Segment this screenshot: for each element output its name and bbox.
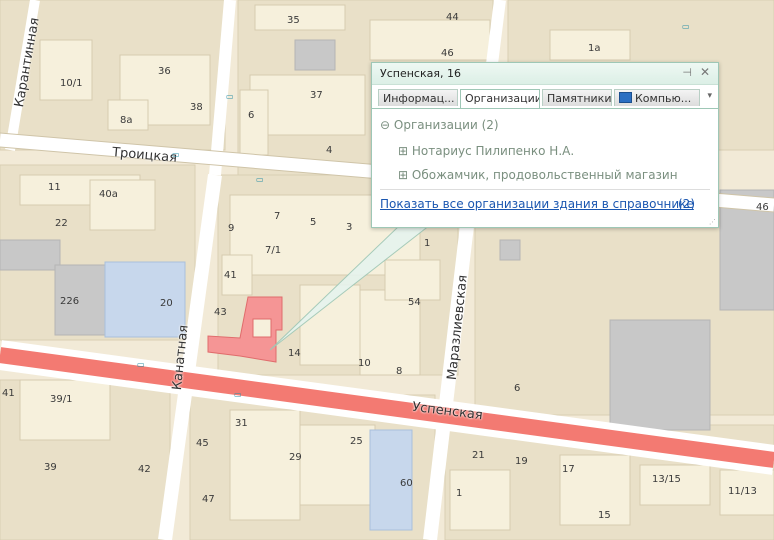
- building-info-popup[interactable]: Успенская, 16 ⊣ ✕ Информац... Организаци…: [371, 62, 719, 228]
- house-number: 3: [346, 222, 353, 233]
- show-all-count: (2): [678, 197, 695, 211]
- house-number: 10: [358, 358, 371, 369]
- house-number: 36: [158, 66, 171, 77]
- house-number: 17: [562, 464, 575, 475]
- house-number: 60: [400, 478, 413, 489]
- house-number: 29: [289, 452, 302, 463]
- house-number: 47: [202, 494, 215, 505]
- house-number: 4: [326, 145, 333, 156]
- tab-info[interactable]: Информац...: [378, 89, 458, 106]
- house-number: 13/15: [652, 474, 681, 485]
- house-number: 6: [514, 383, 521, 394]
- house-number: 21: [472, 450, 485, 461]
- house-number: 226: [60, 296, 80, 307]
- close-icon[interactable]: ✕: [700, 65, 710, 79]
- show-all-organizations-link[interactable]: Показать все организации здания в справо…: [380, 197, 694, 211]
- house-number: 10/1: [60, 78, 83, 89]
- house-number: 41: [224, 270, 237, 281]
- house-number: 46: [756, 202, 769, 213]
- expand-icon[interactable]: ⊞: [398, 144, 408, 158]
- house-number: 8a: [120, 115, 133, 126]
- pin-icon[interactable]: ⊣: [682, 66, 692, 79]
- tab-computer[interactable]: Компью...: [614, 89, 700, 106]
- house-number: 45: [196, 438, 209, 449]
- house-number: 20: [160, 298, 173, 309]
- divider: [380, 189, 710, 190]
- tree-item-label[interactable]: Обожамчик, продовольственный магазин: [412, 168, 678, 182]
- house-number: 54: [408, 297, 421, 308]
- house-number: 1: [456, 488, 463, 499]
- selected-building-court: [252, 318, 272, 338]
- house-number: 31: [235, 418, 248, 429]
- popup-tabs: Информац... Организации Памятники Компью…: [378, 89, 714, 108]
- house-number: 7/1: [265, 245, 282, 256]
- tab-monuments[interactable]: Памятники: [542, 89, 612, 106]
- house-number: 35: [287, 15, 300, 26]
- house-number: 41: [2, 388, 15, 399]
- bus-stop-icon[interactable]: ▭: [137, 360, 145, 369]
- expand-icon[interactable]: ⊞: [398, 168, 408, 182]
- house-number: 8: [396, 366, 403, 377]
- popup-content: ⊖ Организации (2) ⊞ Нотариус Пилипенко Н…: [372, 108, 718, 227]
- house-number: 7: [274, 211, 281, 222]
- house-number: 40a: [99, 189, 118, 200]
- house-number: 39: [44, 462, 57, 473]
- bus-stop-icon[interactable]: ▭: [256, 175, 264, 184]
- house-number: 9: [228, 223, 235, 234]
- computer-icon: [619, 92, 632, 103]
- bus-stop-icon[interactable]: ▭: [682, 22, 690, 31]
- tree-root-label: Организации: [393, 118, 478, 132]
- resize-grip-icon[interactable]: ⋰: [709, 218, 716, 226]
- chevron-down-icon[interactable]: ▾: [707, 91, 712, 101]
- house-number: 39/1: [50, 394, 73, 405]
- house-number: 11: [48, 182, 61, 193]
- house-number: 37: [310, 90, 323, 101]
- house-number: 1a: [588, 43, 601, 54]
- tree-item-notary[interactable]: ⊞ Нотариус Пилипенко Н.А.: [398, 144, 574, 158]
- collapse-icon[interactable]: ⊖: [380, 118, 390, 132]
- tab-computer-label: Компью...: [635, 92, 692, 105]
- house-number: 11/13: [728, 486, 757, 497]
- tab-organizations[interactable]: Организации: [460, 89, 540, 108]
- tree-item-label[interactable]: Нотариус Пилипенко Н.А.: [412, 144, 574, 158]
- bus-stop-icon[interactable]: ▭: [172, 150, 180, 159]
- house-number: 38: [190, 102, 203, 113]
- tree-item-shop[interactable]: ⊞ Обожамчик, продовольственный магазин: [398, 168, 678, 182]
- house-number: 1: [424, 238, 431, 249]
- house-number: 14: [288, 348, 301, 359]
- bus-stop-icon[interactable]: ▭: [226, 92, 234, 101]
- popup-titlebar[interactable]: Успенская, 16 ⊣ ✕: [372, 63, 718, 85]
- house-number: 5: [310, 217, 317, 228]
- house-number: 22: [55, 218, 68, 229]
- house-number: 25: [350, 436, 363, 447]
- tree-root-organizations[interactable]: ⊖ Организации (2): [380, 118, 499, 132]
- house-number: 15: [598, 510, 611, 521]
- house-number: 6: [248, 110, 255, 121]
- house-number: 42: [138, 464, 151, 475]
- tree-root-count: (2): [481, 118, 499, 132]
- popup-title: Успенская, 16: [380, 67, 461, 80]
- house-number: 43: [214, 307, 227, 318]
- house-number: 46: [441, 48, 454, 59]
- bus-stop-icon[interactable]: ▭: [234, 390, 242, 399]
- house-number: 44: [446, 12, 459, 23]
- house-number: 19: [515, 456, 528, 467]
